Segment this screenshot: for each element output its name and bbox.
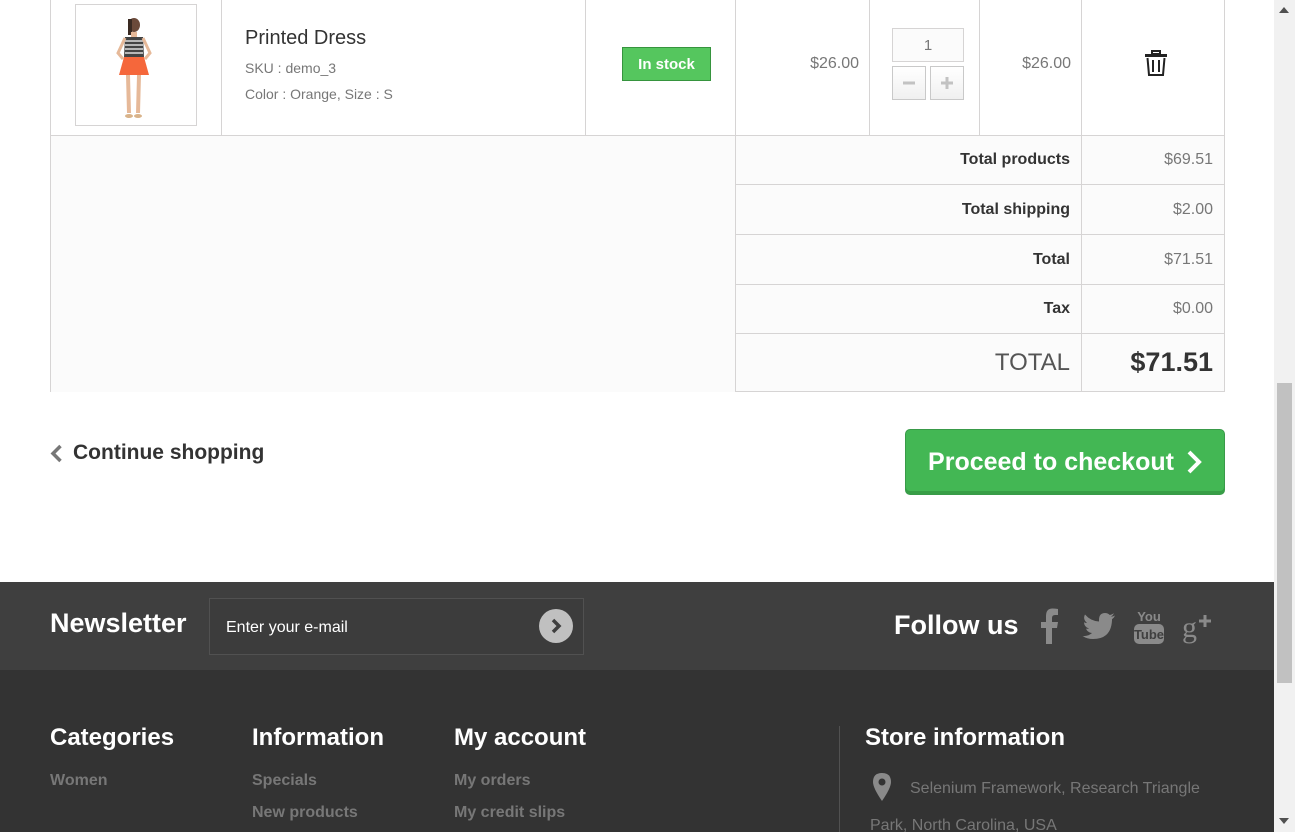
cart-item-availability-cell: In stock <box>586 0 736 136</box>
cart-item-total-cell: $26.00 <box>980 0 1082 136</box>
trash-icon <box>1145 50 1167 76</box>
total-value: $71.51 <box>1164 250 1213 268</box>
continue-shopping-label: Continue shopping <box>73 441 265 464</box>
tax-label: Tax <box>736 285 1082 333</box>
total-products-value: $69.51 <box>1164 151 1213 168</box>
cart-item-unit-price-cell: $26.00 <box>736 0 870 136</box>
product-sku: SKU : demo_3 <box>245 60 337 76</box>
twitter-icon <box>1082 613 1115 639</box>
newsletter-title: Newsletter <box>50 608 187 638</box>
twitter-link[interactable] <box>1079 606 1119 646</box>
product-attributes-link[interactable]: Color : Orange, Size : S <box>245 86 393 102</box>
total-shipping-label: Total shipping <box>736 185 1082 234</box>
grand-total-value: $71.51 <box>1130 347 1213 377</box>
cart-item-description-cell: Printed Dress SKU : demo_3 Color : Orang… <box>222 0 586 136</box>
footer-link-specials[interactable]: Specials <box>252 772 317 790</box>
facebook-icon <box>1041 608 1058 644</box>
cart-item-row: Printed Dress SKU : demo_3 Color : Orang… <box>51 0 1224 136</box>
quantity-input[interactable]: 1 <box>892 28 964 62</box>
cart-item-quantity-cell: 1 <box>870 0 980 136</box>
svg-text:g: g <box>1182 611 1197 644</box>
quantity-increase-button[interactable] <box>930 66 964 100</box>
newsletter-bar: Newsletter Enter your e-mail Follow us Y… <box>0 582 1274 670</box>
scroll-down-arrow-icon[interactable] <box>1279 818 1289 824</box>
grand-total-label: TOTAL <box>736 334 1082 391</box>
store-info-divider <box>839 726 840 832</box>
grand-total-row: TOTAL $71.51 <box>736 334 1224 391</box>
shopping-cart-page: Printed Dress SKU : demo_3 Color : Orang… <box>0 0 1274 832</box>
quantity-decrease-button[interactable] <box>892 66 926 100</box>
svg-text:You: You <box>1137 609 1161 624</box>
proceed-to-checkout-button[interactable]: Proceed to checkout <box>905 429 1225 495</box>
chevron-right-icon <box>551 618 562 634</box>
total-label: Total <box>736 235 1082 284</box>
scrollbar-thumb[interactable] <box>1277 383 1292 683</box>
tax-row: Tax $0.00 <box>736 285 1224 334</box>
total-shipping-row: Total shipping $2.00 <box>736 185 1224 235</box>
plus-icon <box>941 77 953 89</box>
chevron-left-icon <box>50 444 62 462</box>
item-total-price: $26.00 <box>1022 55 1071 72</box>
unit-price: $26.00 <box>810 55 859 72</box>
product-name-link[interactable]: Printed Dress <box>245 27 366 50</box>
total-products-row: Total products $69.51 <box>736 136 1224 185</box>
facebook-link[interactable] <box>1029 606 1069 646</box>
store-address-line1: Selenium Framework, Research Triangle <box>910 780 1200 797</box>
google-plus-link[interactable]: g <box>1179 606 1219 646</box>
in-stock-badge: In stock <box>622 47 711 81</box>
total-row: Total $71.51 <box>736 235 1224 285</box>
youtube-link[interactable]: You Tube <box>1129 606 1169 646</box>
continue-shopping-link[interactable]: Continue shopping <box>50 441 264 465</box>
cart-table: Printed Dress SKU : demo_3 Color : Orang… <box>50 0 1225 392</box>
chevron-right-icon <box>1187 450 1202 474</box>
cart-item-image-cell <box>51 0 222 136</box>
vertical-scrollbar[interactable] <box>1274 0 1295 832</box>
footer-categories-title: Categories <box>50 724 175 751</box>
cart-item-delete-cell <box>1082 0 1224 136</box>
footer-store-title: Store information <box>865 724 1066 751</box>
footer: Categories Women Information Specials Ne… <box>0 670 1274 832</box>
delete-item-button[interactable] <box>1144 50 1168 81</box>
tax-value: $0.00 <box>1172 300 1213 317</box>
cart-summary-spacer <box>51 136 736 392</box>
footer-link-my-orders[interactable]: My orders <box>454 772 530 790</box>
footer-link-women[interactable]: Women <box>50 772 107 790</box>
svg-text:Tube: Tube <box>1134 627 1164 642</box>
footer-account-title: My account <box>454 724 587 751</box>
total-shipping-value: $2.00 <box>1172 200 1213 218</box>
product-image <box>116 18 152 118</box>
minus-icon <box>903 81 915 85</box>
map-marker-icon <box>873 773 891 801</box>
total-products-label: Total products <box>736 136 1082 184</box>
newsletter-email-placeholder: Enter your e-mail <box>226 619 348 636</box>
newsletter-submit-button[interactable] <box>539 609 573 643</box>
store-address-line2: Park, North Carolina, USA <box>870 817 1057 832</box>
youtube-icon: You Tube <box>1134 609 1164 644</box>
scroll-up-arrow-icon[interactable] <box>1279 7 1289 13</box>
footer-information-title: Information <box>252 724 384 751</box>
google-plus-icon: g <box>1182 611 1211 644</box>
follow-us-title: Follow us <box>894 610 1019 640</box>
footer-link-my-credit-slips[interactable]: My credit slips <box>454 804 565 822</box>
product-thumbnail[interactable] <box>75 4 197 126</box>
newsletter-email-input[interactable]: Enter your e-mail <box>209 598 584 655</box>
footer-link-new-products[interactable]: New products <box>252 804 358 822</box>
checkout-label: Proceed to checkout <box>928 447 1174 476</box>
